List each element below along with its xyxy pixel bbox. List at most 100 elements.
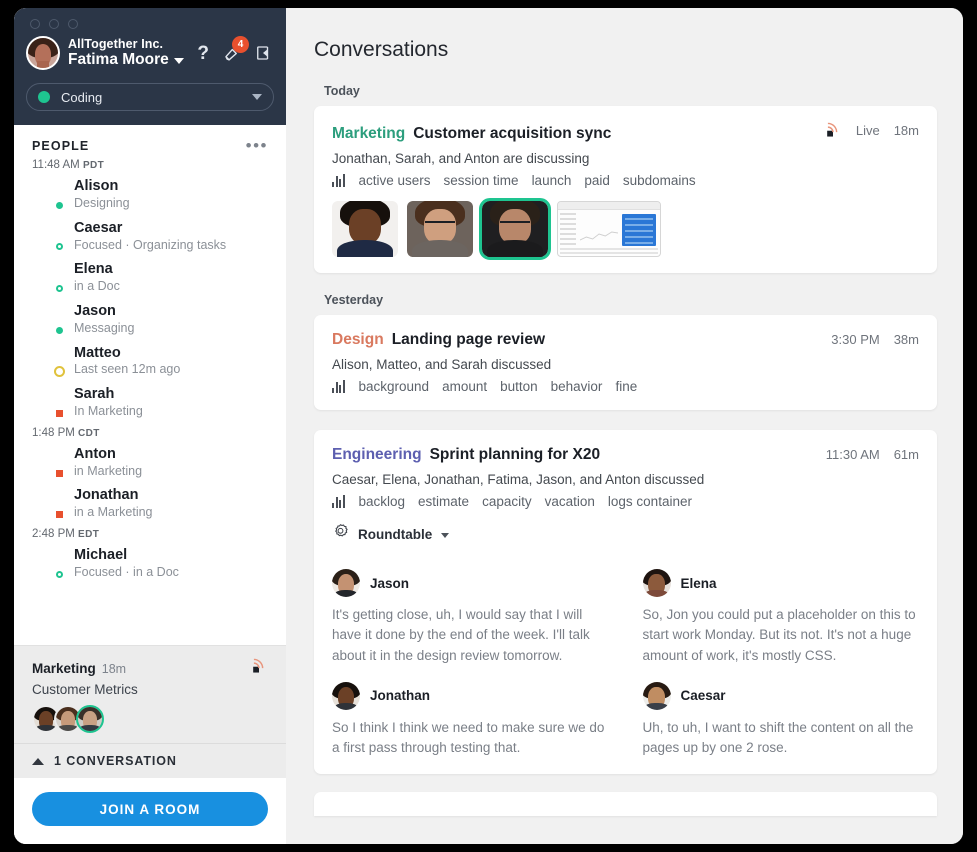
topic-tag[interactable]: button <box>500 379 538 394</box>
person-text: Jason Messaging <box>74 302 134 336</box>
conversation-card-header: Marketing Customer acquisition sync Live 18… <box>332 122 919 143</box>
person-list-item[interactable]: Matteo Last seen 12m ago <box>14 340 286 382</box>
person-status: in a Doc <box>74 279 120 294</box>
quote-speaker-name: Elena <box>680 575 717 591</box>
window-minimize-button[interactable] <box>49 19 59 29</box>
conversation-card[interactable]: Engineering Sprint planning for X20 11:30 … <box>314 430 937 775</box>
conversations-toggle-label: 1 CONVERSATION <box>54 754 177 768</box>
presence-indicator-focus <box>54 283 65 295</box>
join-a-room-button[interactable]: JOIN A ROOM <box>32 792 268 826</box>
people-header: PEOPLE ••• <box>14 125 286 155</box>
status-label: Coding <box>61 89 103 105</box>
avatar <box>642 681 671 710</box>
join-room-section: JOIN A ROOM <box>14 778 286 844</box>
notifications-button[interactable]: 4 <box>222 35 249 63</box>
person-status: Focused · in a Doc <box>74 564 179 579</box>
roundtable-toggle[interactable]: Roundtable <box>332 523 919 545</box>
topic-tag[interactable]: launch <box>532 173 572 188</box>
person-avatar <box>32 178 65 211</box>
more-options-icon[interactable]: ••• <box>246 137 268 154</box>
topic-tag[interactable]: fine <box>615 379 637 394</box>
topic-tag[interactable]: subdomains <box>623 173 696 188</box>
person-status: in a Marketing <box>74 505 153 520</box>
video-tile[interactable] <box>407 201 473 257</box>
conversation-sections: Today Marketing Customer acquisition sync L… <box>314 84 937 775</box>
person-name: Jason <box>74 302 116 319</box>
conversation-card[interactable]: Marketing Customer acquisition sync Live 18… <box>314 106 937 273</box>
timezone-label: 1:48 PM CDT <box>14 423 286 441</box>
people-title: PEOPLE <box>32 139 90 153</box>
conversation-topics: active users session time launch paid subdom… <box>332 173 919 188</box>
quote-header: Elena <box>642 569 920 597</box>
person-list-item[interactable]: Caesar Focused · Organizing tasks <box>14 215 286 257</box>
topic-tag[interactable]: behavior <box>551 379 603 394</box>
participant-avatar[interactable] <box>76 705 104 733</box>
user-menu[interactable]: Fatima Moore <box>68 51 189 68</box>
topic-tag[interactable]: paid <box>584 173 610 188</box>
chevron-down-icon <box>252 94 262 100</box>
day-label: Today <box>324 84 360 98</box>
timezone-time: 11:48 AM <box>32 159 80 171</box>
video-tile[interactable] <box>332 201 398 257</box>
header-icons: ? 4 <box>197 35 274 63</box>
topic-tag[interactable]: amount <box>442 379 487 394</box>
org-name: AllTogether Inc. <box>68 36 164 51</box>
topic-tag[interactable]: background <box>359 379 430 394</box>
person-list-item[interactable]: Anton in Marketing <box>14 441 286 483</box>
person-avatar <box>32 487 65 521</box>
conversation-team[interactable]: Marketing <box>332 125 405 143</box>
screenshare-footer <box>560 248 658 254</box>
topic-tag[interactable]: vacation <box>545 494 595 509</box>
conversation-card-header: Design Landing page review 3:30 PM 38m <box>332 331 919 349</box>
conversation-participants: Caesar, Elena, Jonathan, Fatima, Jason, … <box>332 472 705 487</box>
quote-text: It's getting close, uh, I would say that… <box>332 607 590 663</box>
topic-tag[interactable]: active users <box>359 173 431 188</box>
screenshare-chart <box>579 226 619 244</box>
conversation-team[interactable]: Design <box>332 331 384 349</box>
conversation-card[interactable]: Design Landing page review 3:30 PM 38m Aliso… <box>314 315 937 410</box>
conversation-title: Sprint planning for X20 <box>429 446 601 463</box>
topic-tag[interactable]: session time <box>444 173 519 188</box>
video-tile[interactable] <box>479 198 551 260</box>
day-label: Yesterday <box>324 293 384 307</box>
timezone-label: 11:48 AM PDT <box>14 155 286 173</box>
person-list-item[interactable]: Jonathan in a Marketing <box>14 482 286 524</box>
person-avatar <box>32 344 65 378</box>
topic-tag[interactable]: estimate <box>418 494 469 509</box>
screenshare-thumbnail[interactable] <box>557 201 661 257</box>
video-tiles <box>332 198 919 260</box>
person-text: Michael Focused · in a Doc <box>74 546 179 580</box>
person-list-item[interactable]: Michael Focused · in a Doc <box>14 542 286 584</box>
conversation-time: 11:30 AM <box>825 447 880 462</box>
avatar <box>332 569 360 597</box>
roundtable-quotes: Jason It's getting close, uh, I would say… <box>332 559 919 758</box>
help-icon[interactable]: ? <box>197 44 209 63</box>
conversation-preview[interactable]: Marketing 18m Customer Metrics <box>14 646 286 743</box>
person-list-item[interactable]: Elena in a Doc <box>14 256 286 298</box>
person-name: Michael <box>74 547 128 563</box>
window-maximize-button[interactable] <box>68 19 78 29</box>
window-close-button[interactable] <box>30 19 40 29</box>
conversation-preview-duration: 18m <box>101 661 127 676</box>
user-identity-text: AllTogether Inc. Fatima Moore <box>68 36 189 69</box>
topic-tag[interactable]: backlog <box>359 494 406 509</box>
user-avatar-wrapper[interactable] <box>26 36 60 70</box>
person-list-item[interactable]: Alison Designing <box>14 173 286 215</box>
status-selector[interactable]: Coding <box>26 83 274 111</box>
live-label: Live <box>855 122 880 138</box>
topic-tag[interactable]: logs container <box>608 494 692 509</box>
conversations-toggle[interactable]: 1 CONVERSATION <box>14 743 286 778</box>
next-card-peek[interactable] <box>314 792 937 817</box>
quote-speaker-name: Jonathan <box>370 688 431 704</box>
topic-tag[interactable]: capacity <box>482 494 532 509</box>
person-status: Messaging <box>74 320 135 335</box>
window-traffic-lights[interactable] <box>26 16 274 36</box>
person-status: in Marketing <box>74 463 143 478</box>
conversation-meta: 3:30 PM 38m <box>831 332 919 347</box>
person-list-item[interactable]: Jason Messaging <box>14 298 286 340</box>
conversation-team[interactable]: Engineering <box>332 446 422 464</box>
person-list-item[interactable]: Sarah In Marketing <box>14 381 286 423</box>
screenshare-panel <box>622 214 656 250</box>
people-list: PEOPLE ••• 11:48 AM PDT Alison Designing Ca… <box>14 125 286 645</box>
exit-button[interactable] <box>254 44 272 62</box>
